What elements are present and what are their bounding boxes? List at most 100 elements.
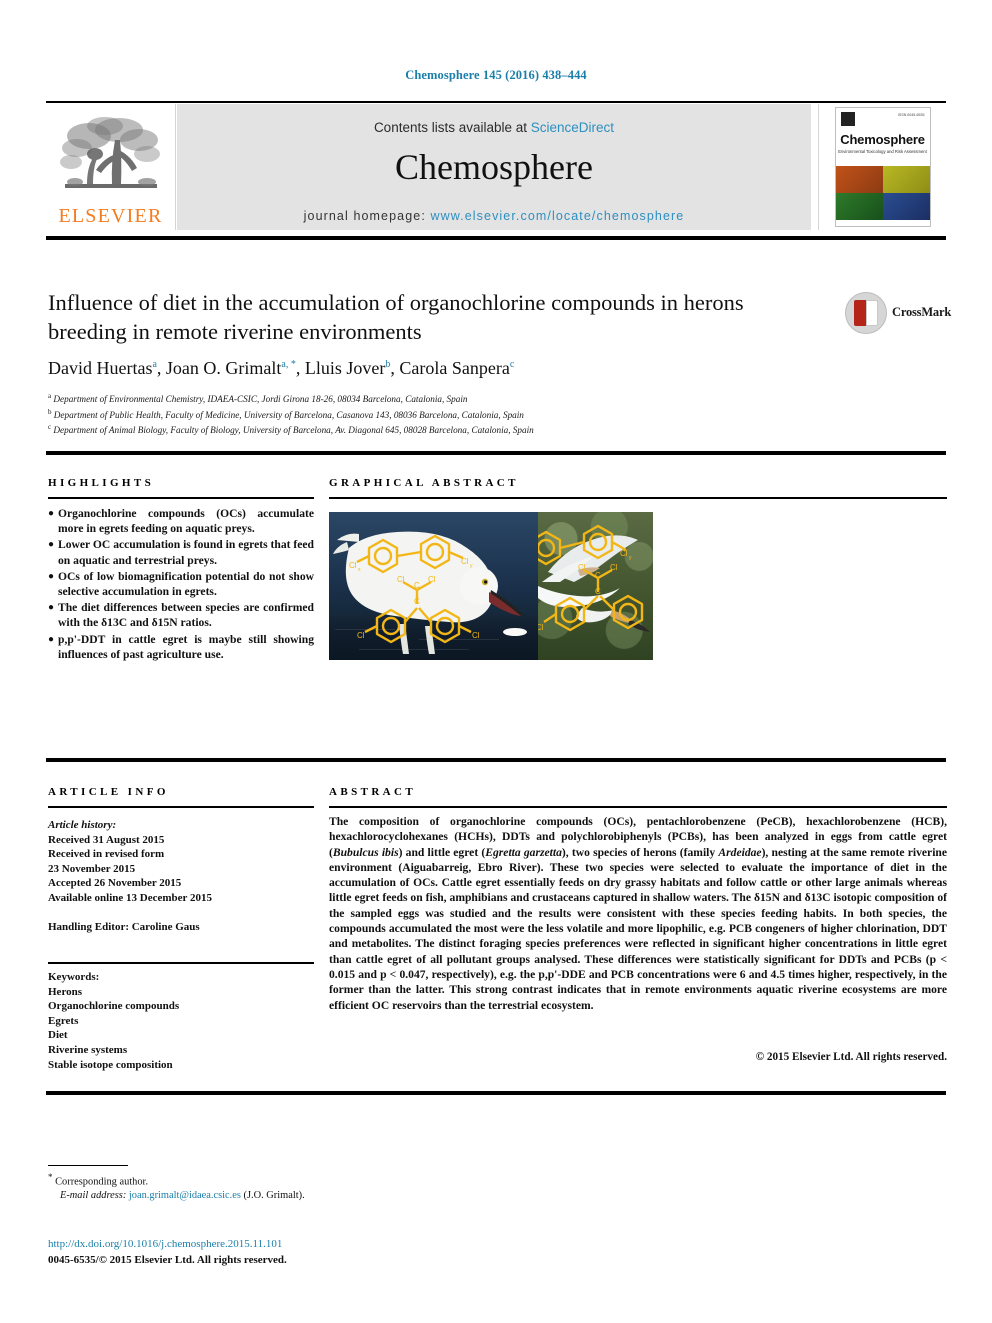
bullet-icon: ● [48,570,55,582]
homepage-prefix: journal homepage: [303,209,431,223]
handling-editor: Handling Editor: Caroline Gaus [48,920,200,933]
molecule-atom-label: Cl [578,563,586,572]
molecule-atom-label: Cl [610,563,618,572]
list-item: ● The diet differences between species a… [48,600,314,630]
graphical-abstract-heading: GRAPHICAL ABSTRACT [329,477,519,489]
bullet-icon: ● [48,539,55,551]
corresponding-author-text: Corresponding author. [55,1176,149,1188]
egret-flying-photo: Cl Cl y Cl Cl C C Cl [538,512,653,660]
cover-image: ISSN 0045-6535 Chemosphere Environmental… [834,107,931,227]
corresponding-author-note: * Corresponding author. [48,1170,568,1189]
highlight-text: Organochlorine compounds (OCs) accumulat… [58,507,314,536]
article-history-item: Available online 13 December 2015 [48,891,212,904]
author-affiliation-mark: b [385,359,391,370]
molecule-atom-label: Cl [428,575,436,584]
abstract-part: ), nesting at the same remote riverine e… [329,845,948,1012]
affiliation-item: a Department of Environmental Chemistry,… [48,390,928,406]
molecule-atom-label: C [414,581,420,590]
article-history-item: Received 31 August 2015 [48,833,165,846]
affiliation-item: c Department of Animal Biology, Faculty … [48,421,928,437]
keyword-item: Herons [48,985,83,998]
keyword-item: Organochlorine compounds [48,1000,180,1013]
crossmark-label: CrossMark [892,305,952,319]
affiliation-mark: c [48,423,52,432]
crossmark-book-right-icon [866,300,878,326]
list-item: ● p,p'-DDT in cattle egret is maybe stil… [48,632,314,662]
article-history-item: Received in revised form [48,848,165,861]
keywords-block: Keywords: Herons Organochlorine compound… [48,970,314,1072]
svg-text:y: y [470,563,473,569]
affiliation-text: Department of Public Health, Faculty of … [53,409,524,420]
list-item: ● Organochlorine compounds (OCs) accumul… [48,506,314,536]
crossmark-badge[interactable]: CrossMark [845,292,951,336]
journal-masthead: ELSEVIER Contents lists available at Sci… [46,104,946,230]
author-list: David Huertasa, Joan O. Grimalta, *, Llu… [48,358,515,378]
author-name: Joan O. Grimalt [165,358,282,378]
highlights-heading: HIGHLIGHTS [48,477,155,489]
sciencedirect-banner: Contents lists available at ScienceDirec… [177,104,811,230]
highlight-text: OCs of low biomagnification potential do… [58,569,314,599]
molecule-atom-label: Cl [349,561,357,570]
molecule-atom-label: Cl [461,557,469,566]
keywords-label: Keywords: [48,971,100,983]
email-note: E-mail address: joan.grimalt@idaea.csic.… [48,1189,568,1203]
svg-text:y: y [629,555,632,561]
article-history-item: 23 November 2015 [48,862,136,875]
molecule-atom-label: C [414,597,420,606]
keywords-rule [48,962,314,964]
abstract-rule [329,806,947,808]
footnote-block: * Corresponding author. E-mail address: … [48,1170,568,1203]
family-name: Ardeidae [718,845,762,859]
highlight-text: p,p'-DDT in cattle egret is maybe still … [58,632,314,661]
affiliation-list: a Department of Environmental Chemistry,… [48,390,928,437]
abstract-part: ), two species of herons (family [561,845,719,859]
journal-title: Chemosphere [395,147,593,187]
affiliation-mark: a [48,392,52,400]
keyword-item: Egrets [48,1014,79,1027]
molecule-overlay-right: Cl Cl y Cl Cl C C Cl [538,524,644,632]
author-name: Lluis Jover [304,358,386,378]
contents-line: Contents lists available at ScienceDirec… [177,120,811,135]
doi-link[interactable]: http://dx.doi.org/10.1016/j.chemosphere.… [48,1238,282,1250]
cover-quadrant-green [835,193,883,220]
abstract-section-top-rule [46,758,946,762]
keyword-item: Stable isotope composition [48,1058,173,1071]
abstract-copyright: © 2015 Elsevier Ltd. All rights reserved… [755,1051,947,1063]
affiliation-mark: b [48,407,52,416]
article-info-rule [48,806,314,808]
journal-homepage-link[interactable]: www.elsevier.com/locate/chemosphere [430,209,684,223]
author-affiliation-mark: c [509,359,515,370]
molecule-atom-label: C [595,571,601,580]
highlights-section-top-rule [46,451,946,455]
asterisk-icon: * [48,1172,53,1182]
article-history-label: Article history: [48,819,117,831]
cover-quadrant-orange [835,166,883,193]
author-affiliation-mark: a, * [281,359,296,370]
highlights-rule [48,497,314,499]
crossmark-book-left-icon [854,300,866,326]
sciencedirect-link[interactable]: ScienceDirect [531,120,614,135]
keyword-item: Diet [48,1029,68,1042]
graphical-abstract-image: Cl x Cl y Cl Cl C C Cl Cl Cl y Cl Cl C C… [329,512,653,660]
page-bottom-rule [46,1091,946,1095]
graphical-abstract-rule [329,497,947,499]
author-name: David Huertas [48,358,153,378]
email-link[interactable]: joan.grimalt@idaea.csic.es [129,1190,241,1201]
molecule-atom-label: Cl [357,631,365,640]
cover-subtitle: Environmental Toxicology and Risk Assess… [838,149,927,154]
cover-title: Chemosphere [840,132,925,147]
affiliation-text: Department of Animal Biology, Faculty of… [53,425,534,436]
molecule-atom-label: Cl [472,631,480,640]
highlight-text: Lower OC accumulation is found in egrets… [58,538,314,567]
abstract-part: ) and little egret ( [398,845,486,859]
author-name: Carola Sanpera [399,358,510,378]
cover-leaf-mosaic [835,166,930,220]
cover-quadrant-yellow [882,166,930,193]
masthead-bottom-rule [46,236,946,240]
molecule-atom-label: Cl [620,549,628,558]
article-info-block: Article history: Received 31 August 2015… [48,818,314,934]
page-title: Influence of diet in the accumulation of… [48,290,744,344]
bullet-icon: ● [48,508,55,519]
molecule-overlay-left: Cl x Cl y Cl Cl C C Cl Cl [349,534,480,644]
